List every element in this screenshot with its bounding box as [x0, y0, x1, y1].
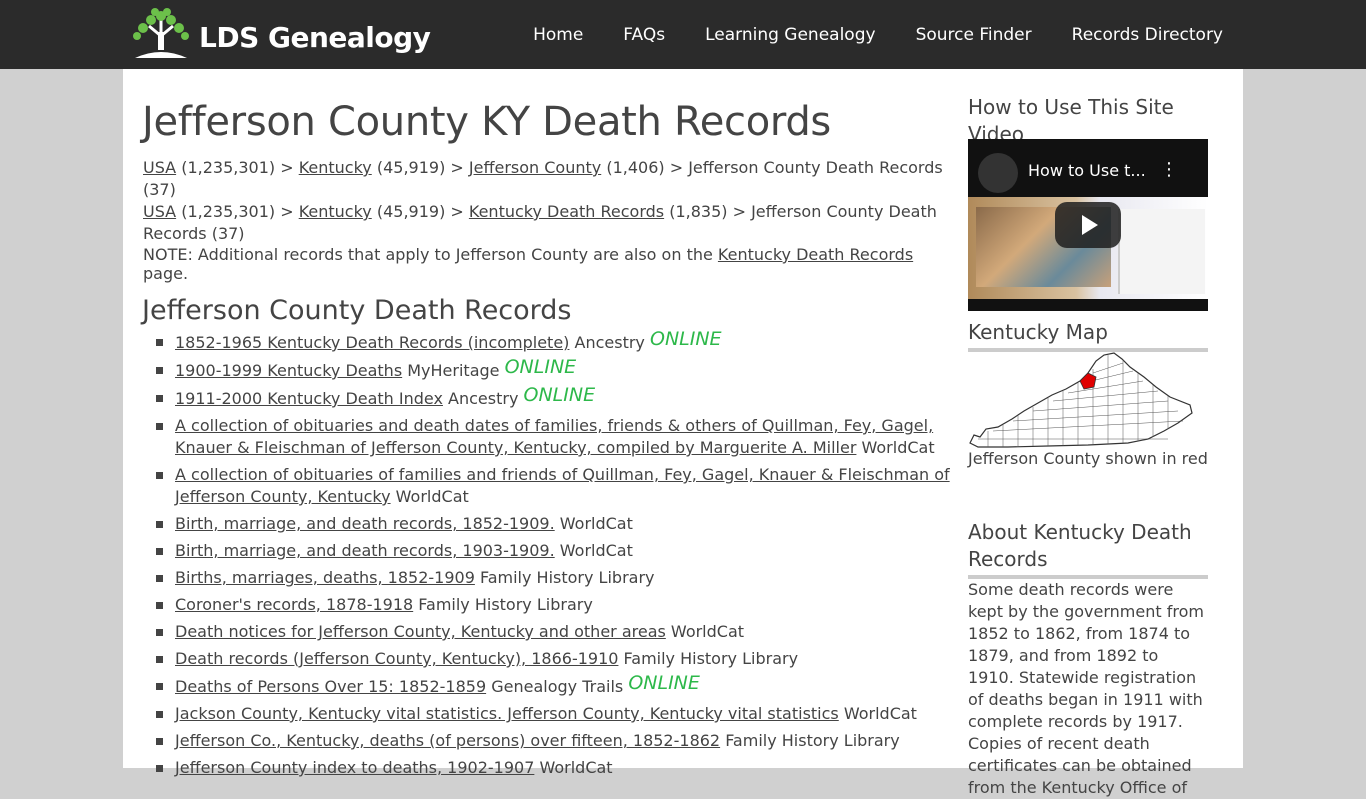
record-item: Jefferson Co., Kentucky, deaths (of pers…	[156, 730, 960, 752]
note-suffix: page.	[143, 264, 189, 283]
record-item: Deaths of Persons Over 15: 1852-1859 Gen…	[156, 672, 960, 698]
record-item: A collection of obituaries and death dat…	[156, 415, 960, 459]
tree-logo-icon	[133, 8, 189, 58]
record-source: WorldCat	[665, 622, 745, 641]
online-badge: ONLINE	[504, 356, 577, 378]
breadcrumb-kentucky-death-records[interactable]: Kentucky Death Records	[469, 202, 664, 221]
record-link[interactable]: A collection of obituaries of families a…	[175, 465, 950, 506]
record-source: WorldCat	[838, 704, 917, 723]
record-link[interactable]: 1900-1999 Kentucky Deaths	[175, 361, 402, 380]
breadcrumb-count: (1,406) >	[601, 158, 689, 177]
breadcrumb-count: (1,835) >	[664, 202, 752, 221]
record-source: MyHeritage	[402, 361, 500, 380]
nav-source-finder[interactable]: Source Finder	[916, 25, 1032, 45]
record-link[interactable]: Birth, marriage, and death records, 1852…	[175, 514, 555, 533]
video-thumbnail-document	[1118, 209, 1205, 294]
record-source: Family History Library	[474, 568, 655, 587]
breadcrumb-usa[interactable]: USA	[143, 158, 176, 177]
record-source: Ancestry	[442, 389, 519, 408]
breadcrumb-usa[interactable]: USA	[143, 202, 176, 221]
breadcrumb-kentucky[interactable]: Kentucky	[299, 158, 372, 177]
record-link[interactable]: 1911-2000 Kentucky Death Index	[175, 389, 443, 408]
map-heading: Kentucky Map	[968, 319, 1208, 352]
online-badge: ONLINE	[649, 328, 722, 350]
video-title[interactable]: How to Use t...	[1028, 161, 1146, 180]
site-name: LDS Genealogy	[199, 20, 431, 54]
record-source: WorldCat	[856, 438, 935, 457]
map-caption: Jefferson County shown in red	[968, 449, 1208, 468]
record-source: Family History Library	[720, 731, 900, 750]
more-options-icon[interactable]: ⋮	[1160, 159, 1178, 180]
breadcrumb-line: USA (1,235,301) > Kentucky (45,919) > Je…	[143, 157, 943, 201]
record-link[interactable]: Jackson County, Kentucky vital statistic…	[175, 704, 839, 723]
record-link[interactable]: Coroner's records, 1878-1918	[175, 595, 413, 614]
record-link[interactable]: A collection of obituaries and death dat…	[175, 416, 933, 457]
records-list: 1852-1965 Kentucky Death Records (incomp…	[156, 328, 960, 784]
record-item: 1900-1999 Kentucky Deaths MyHeritage ONL…	[156, 356, 960, 382]
record-link[interactable]: Jefferson Co., Kentucky, deaths (of pers…	[175, 731, 720, 750]
play-icon	[1082, 215, 1098, 235]
breadcrumb-count: (45,919) >	[371, 202, 469, 221]
breadcrumb-line: USA (1,235,301) > Kentucky (45,919) > Ke…	[143, 201, 943, 245]
record-item: 1911-2000 Kentucky Death Index Ancestry …	[156, 384, 960, 410]
nav-home[interactable]: Home	[533, 25, 583, 45]
record-source: WorldCat	[554, 541, 633, 560]
record-link[interactable]: 1852-1965 Kentucky Death Records (incomp…	[175, 333, 569, 352]
record-item: A collection of obituaries of families a…	[156, 464, 960, 508]
record-item: Births, marriages, deaths, 1852-1909 Fam…	[156, 567, 960, 589]
main-nav: Home FAQs Learning Genealogy Source Find…	[493, 0, 1223, 69]
online-badge: ONLINE	[628, 672, 700, 694]
breadcrumb-count: (1,235,301) >	[176, 202, 299, 221]
top-navigation-bar: LDS Genealogy Home FAQs Learning Genealo…	[0, 0, 1366, 69]
record-source: Genealogy Trails	[486, 677, 624, 696]
record-source: Ancestry	[569, 333, 645, 352]
record-link[interactable]: Death records (Jefferson County, Kentuck…	[175, 649, 618, 668]
breadcrumb-kentucky[interactable]: Kentucky	[299, 202, 372, 221]
nav-records-directory[interactable]: Records Directory	[1072, 25, 1223, 45]
breadcrumb-jefferson-county[interactable]: Jefferson County	[469, 158, 601, 177]
record-source: WorldCat	[390, 487, 469, 506]
channel-avatar	[978, 153, 1018, 193]
record-item: Jackson County, Kentucky vital statistic…	[156, 703, 960, 725]
nav-learning-genealogy[interactable]: Learning Genealogy	[705, 25, 875, 45]
record-link[interactable]: Deaths of Persons Over 15: 1852-1859	[175, 677, 486, 696]
play-button[interactable]	[1055, 202, 1121, 248]
video-player[interactable]: How to Use t... ⋮	[968, 139, 1208, 311]
breadcrumb-count: (45,919) >	[371, 158, 469, 177]
record-source: Family History Library	[618, 649, 799, 668]
record-item: Jefferson County index to deaths, 1902-1…	[156, 757, 960, 779]
record-link[interactable]: Birth, marriage, and death records, 1903…	[175, 541, 555, 560]
record-item: Birth, marriage, and death records, 1852…	[156, 513, 960, 535]
page-content: Jefferson County KY Death Records USA (1…	[123, 69, 1243, 797]
note-link[interactable]: Kentucky Death Records	[718, 245, 913, 264]
about-heading: About Kentucky Death Records	[968, 519, 1208, 579]
breadcrumb: USA (1,235,301) > Kentucky (45,919) > Je…	[143, 157, 943, 245]
record-link[interactable]: Births, marriages, deaths, 1852-1909	[175, 568, 475, 587]
section-title: Jefferson County Death Records	[142, 295, 572, 326]
record-item: 1852-1965 Kentucky Death Records (incomp…	[156, 328, 960, 354]
note-prefix: NOTE: Additional records that apply to J…	[143, 245, 718, 264]
online-badge: ONLINE	[523, 384, 596, 406]
page-title: Jefferson County KY Death Records	[142, 99, 831, 145]
record-item: Death records (Jefferson County, Kentuck…	[156, 648, 960, 670]
nav-faqs[interactable]: FAQs	[623, 25, 665, 45]
kentucky-map	[969, 352, 1193, 448]
note-text: NOTE: Additional records that apply to J…	[143, 245, 958, 283]
record-item: Birth, marriage, and death records, 1903…	[156, 540, 960, 562]
record-item: Coroner's records, 1878-1918 Family Hist…	[156, 594, 960, 616]
jefferson-county-highlight	[1079, 372, 1097, 390]
record-source: Family History Library	[413, 595, 593, 614]
record-source: WorldCat	[554, 514, 633, 533]
record-link[interactable]: Death notices for Jefferson County, Kent…	[175, 622, 666, 641]
site-logo[interactable]: LDS Genealogy	[131, 8, 431, 60]
record-item: Death notices for Jefferson County, Kent…	[156, 621, 960, 643]
about-text: Some death records were kept by the gove…	[968, 580, 1204, 797]
breadcrumb-count: (1,235,301) >	[176, 158, 299, 177]
